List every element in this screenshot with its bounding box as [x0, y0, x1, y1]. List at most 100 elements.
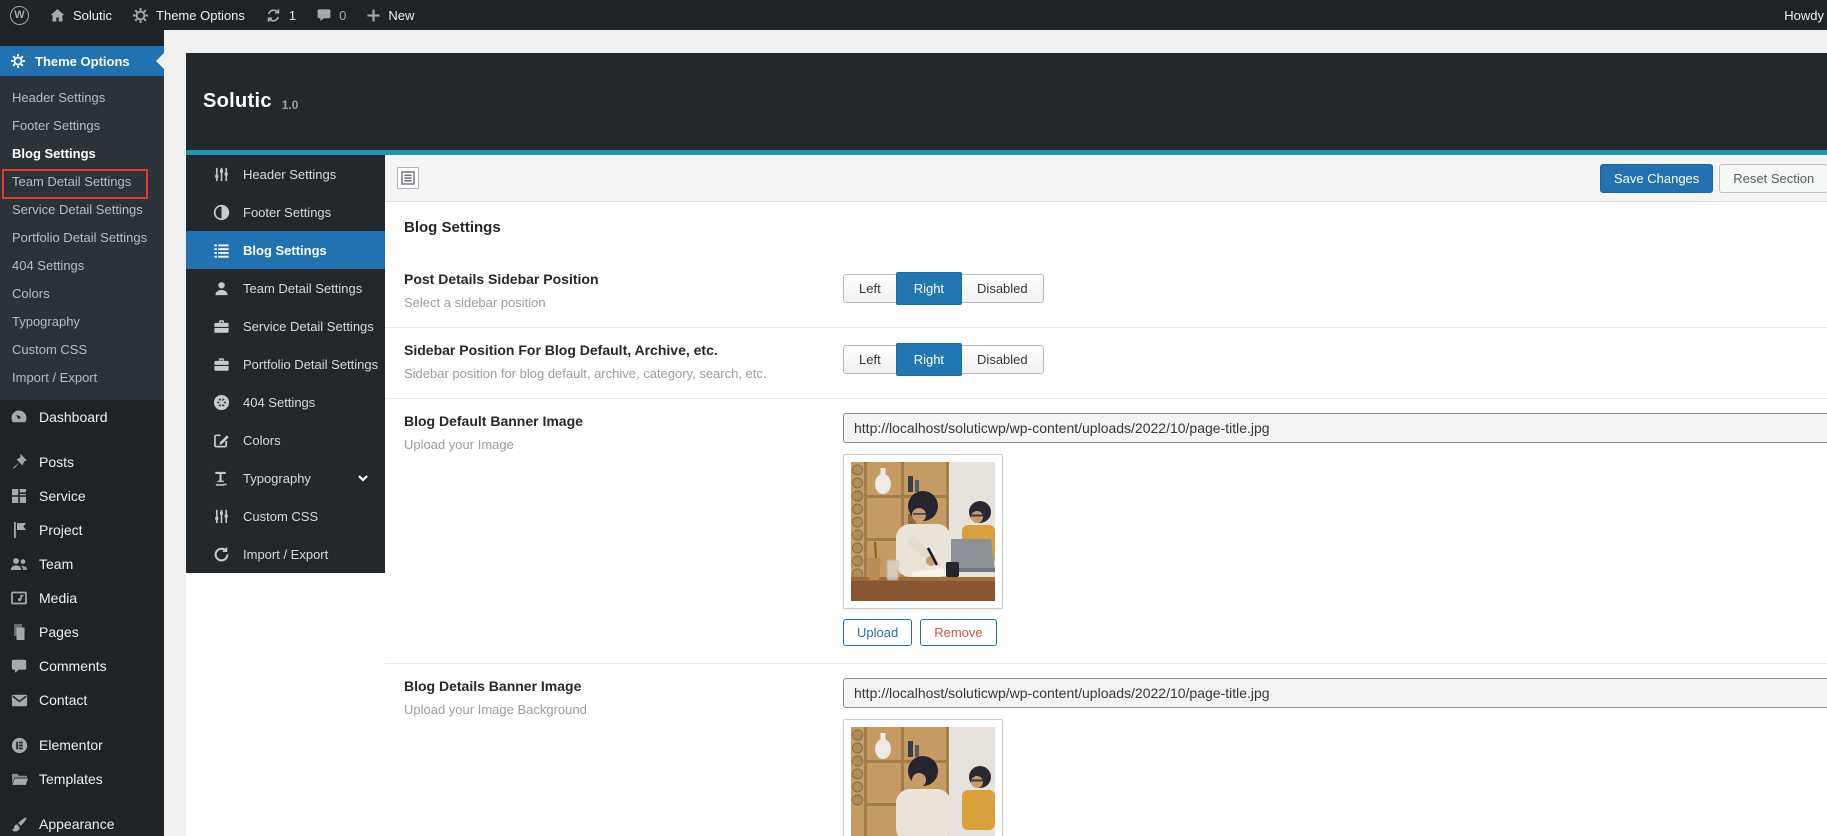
reset-section-button[interactable]: Reset Section — [1719, 164, 1827, 193]
field-description: Select a sidebar position — [404, 295, 546, 310]
refresh-icon — [212, 545, 230, 563]
sidebar-item-colors[interactable]: Colors — [0, 280, 164, 308]
sidebar-item-label: Appearance — [39, 816, 115, 832]
sidebar-item-dashboard[interactable]: Dashboard — [0, 400, 164, 434]
sidebar-item-media[interactable]: Media — [0, 581, 164, 615]
envelope-icon — [9, 690, 29, 710]
expand-options-button[interactable] — [397, 167, 419, 189]
menu-separator — [0, 434, 164, 445]
sidebar-item-elementor[interactable]: Elementor — [0, 728, 164, 762]
option-left-button[interactable]: Left — [843, 274, 897, 303]
wordpress-logo-letter: W — [14, 9, 25, 21]
sidebar-item-contact[interactable]: Contact — [0, 683, 164, 717]
panel-nav-label: Footer Settings — [243, 204, 332, 220]
admin-bar-site-name[interactable]: Solutic — [39, 0, 122, 30]
settings-content: Save Changes Reset Section Reset All Blo… — [385, 155, 1827, 836]
pushpin-icon — [9, 452, 29, 472]
sidebar-item-404-settings[interactable]: 404 Settings — [0, 252, 164, 280]
panel-nav-blog-settings[interactable]: Blog Settings — [186, 231, 385, 269]
upload-button[interactable]: Upload — [843, 619, 913, 646]
grid-icon — [9, 486, 29, 506]
banner-image-url-input[interactable] — [843, 413, 1827, 443]
save-changes-button[interactable]: Save Changes — [1600, 164, 1714, 193]
sidebar-item-typography[interactable]: Typography — [0, 308, 164, 336]
sidebar-item-posts[interactable]: Posts — [0, 445, 164, 479]
admin-bar-theme-options[interactable]: Theme Options — [122, 0, 255, 30]
field-description: Upload your Image Background — [404, 702, 587, 717]
updates-icon — [265, 7, 282, 24]
folder-icon — [9, 769, 29, 789]
sidebar-item-portfolio-detail-settings[interactable]: Portfolio Detail Settings — [0, 224, 164, 252]
field-label: Blog Default Banner Image — [404, 413, 583, 429]
sidebar-item-header-settings[interactable]: Header Settings — [0, 84, 164, 112]
dashboard-icon — [9, 407, 29, 427]
sidebar-item-project[interactable]: Project — [0, 513, 164, 547]
option-disabled-button[interactable]: Disabled — [962, 345, 1044, 374]
option-right-button[interactable]: Right — [895, 343, 963, 376]
comments-count: 0 — [339, 7, 347, 23]
banner-image-url-input[interactable] — [843, 678, 1827, 708]
sidebar-item-team[interactable]: Team — [0, 547, 164, 581]
admin-bar-new[interactable]: New — [356, 0, 424, 30]
panel-nav-label: Portfolio Detail Settings — [243, 356, 379, 372]
gear-circle-icon — [212, 393, 230, 411]
home-icon — [49, 7, 66, 24]
remove-button[interactable]: Remove — [920, 619, 997, 646]
admin-bar-howdy[interactable]: Howdy — [1784, 8, 1827, 23]
sidebar-item-label: Comments — [39, 658, 107, 674]
panel-nav-footer-settings[interactable]: Footer Settings — [186, 193, 385, 231]
sidebar-item-team-detail-settings[interactable]: Team Detail Settings — [0, 168, 164, 196]
admin-bar-updates[interactable]: 1 — [255, 0, 306, 30]
sliders-icon — [212, 507, 230, 525]
wordpress-logo-menu[interactable]: W — [0, 0, 39, 30]
admin-bar-theme-options-label: Theme Options — [156, 7, 245, 23]
sidebar-item-blog-settings[interactable]: Blog Settings — [0, 140, 164, 168]
sidebar-item-label: Contact — [39, 692, 88, 708]
updates-count: 1 — [288, 7, 297, 23]
chevron-down-icon — [357, 472, 369, 484]
option-left-button[interactable]: Left — [843, 345, 897, 374]
sidebar-item-service[interactable]: Service — [0, 479, 164, 513]
theme-options-submenu: Header Settings Footer Settings Blog Set… — [0, 76, 164, 400]
panel-nav-404-settings[interactable]: 404 Settings — [186, 383, 385, 421]
contrast-icon — [212, 203, 230, 221]
sidebar-item-label: Elementor — [39, 737, 103, 753]
sidebar-item-footer-settings[interactable]: Footer Settings — [0, 112, 164, 140]
field-label: Post Details Sidebar Position — [404, 271, 599, 287]
panel-nav-import-export[interactable]: Import / Export — [186, 535, 385, 573]
panel-nav-label: Import / Export — [243, 546, 329, 562]
sidebar-item-appearance[interactable]: Appearance — [0, 807, 164, 836]
panel-nav-team-detail-settings[interactable]: Team Detail Settings — [186, 269, 385, 307]
wordpress-logo-icon: W — [10, 5, 29, 25]
plus-icon — [366, 8, 381, 23]
edit-pencil-icon — [212, 431, 230, 449]
panel-nav-header-settings[interactable]: Header Settings — [186, 155, 385, 193]
sidebar-item-label: Project — [39, 522, 83, 538]
panel-nav-custom-css[interactable]: Custom CSS — [186, 497, 385, 535]
sidebar-item-templates[interactable]: Templates — [0, 762, 164, 796]
admin-bar-new-label: New — [388, 7, 415, 23]
field-blog-details-banner-image: Blog Details Banner Image Upload your Im… — [385, 663, 1827, 836]
sidebar-item-pages[interactable]: Pages — [0, 615, 164, 649]
panel-nav-colors[interactable]: Colors — [186, 421, 385, 459]
admin-bar: W Solutic Theme Options 1 0 New Howdy — [0, 0, 1827, 30]
panel-nav-portfolio-detail-settings[interactable]: Portfolio Detail Settings — [186, 345, 385, 383]
briefcase-icon — [212, 355, 230, 373]
user-icon — [212, 279, 230, 297]
menu-separator — [0, 796, 164, 807]
admin-bar-comments[interactable]: 0 — [306, 0, 356, 30]
option-disabled-button[interactable]: Disabled — [962, 274, 1044, 303]
sidebar-item-import-export[interactable]: Import / Export — [0, 364, 164, 392]
sidebar-position-button-set: Left Right Disabled — [843, 272, 1827, 305]
theme-options-container: Solutic 1.0 Header Settings Footer Setti… — [186, 53, 1827, 836]
sidebar-item-custom-css[interactable]: Custom CSS — [0, 336, 164, 364]
sidebar-theme-options-header[interactable]: Theme Options — [0, 46, 164, 76]
sidebar-item-service-detail-settings[interactable]: Service Detail Settings — [0, 196, 164, 224]
sidebar-item-comments[interactable]: Comments — [0, 649, 164, 683]
wordpress-admin-page: W Solutic Theme Options 1 0 New Howdy Th… — [0, 0, 1827, 836]
option-right-button[interactable]: Right — [895, 272, 963, 305]
panel-nav-service-detail-settings[interactable]: Service Detail Settings — [186, 307, 385, 345]
panel-nav-typography[interactable]: Typography — [186, 459, 385, 497]
howdy-label: Howdy — [1784, 7, 1824, 23]
sidebar-item-label: Team — [39, 556, 74, 572]
